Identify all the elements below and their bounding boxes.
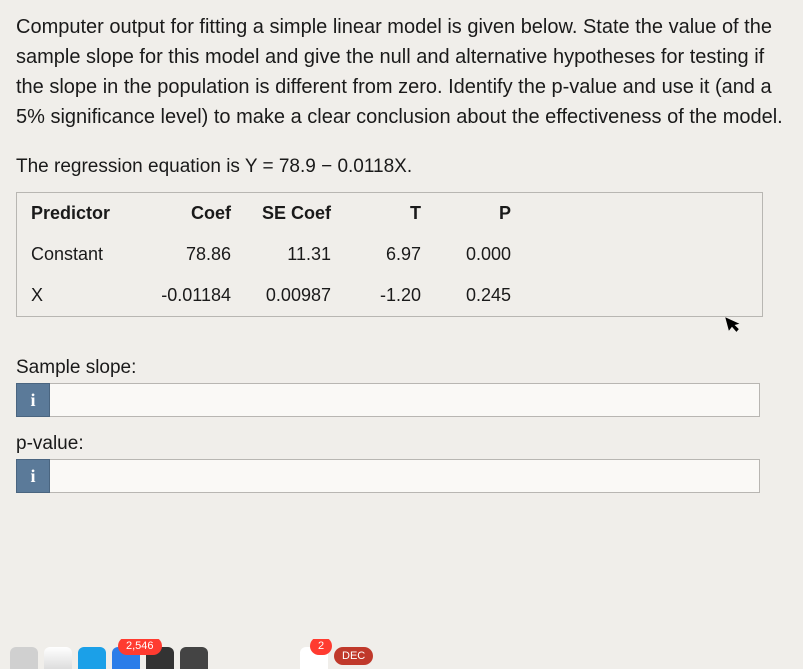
answer-section: Sample slope: i p-value: i bbox=[16, 357, 787, 493]
pvalue-row: i bbox=[16, 459, 787, 493]
col-coef: Coef bbox=[131, 203, 231, 224]
cell-predictor: Constant bbox=[31, 244, 131, 265]
dock-app-icon[interactable]: 2,546 bbox=[112, 647, 140, 669]
regression-equation: The regression equation is Y = 78.9 − 0.… bbox=[16, 156, 787, 178]
dock-app-icon[interactable] bbox=[44, 647, 72, 669]
pvalue-label: p-value: bbox=[16, 433, 787, 455]
cell-p: 0.000 bbox=[421, 244, 511, 265]
cell-p: 0.245 bbox=[421, 285, 511, 306]
cell-se: 0.00987 bbox=[231, 285, 331, 306]
sample-slope-row: i bbox=[16, 383, 787, 417]
col-p: P bbox=[421, 203, 511, 224]
question-text: Computer output for fitting a simple lin… bbox=[16, 12, 787, 132]
cell-coef: 78.86 bbox=[131, 244, 231, 265]
dock-app-icon[interactable] bbox=[10, 647, 38, 669]
info-icon[interactable]: i bbox=[16, 383, 50, 417]
info-icon[interactable]: i bbox=[16, 459, 50, 493]
col-predictor: Predictor bbox=[31, 203, 131, 224]
table-row: X -0.01184 0.00987 -1.20 0.245 bbox=[17, 275, 762, 316]
dock-app-icon[interactable] bbox=[180, 647, 208, 669]
cell-se: 11.31 bbox=[231, 244, 331, 265]
dec-badge: DEC bbox=[334, 647, 373, 665]
cell-coef: -0.01184 bbox=[131, 285, 231, 306]
regression-table: Predictor Coef SE Coef T P Constant 78.8… bbox=[16, 192, 763, 317]
dock-app-icon[interactable] bbox=[78, 647, 106, 669]
equation-value: 78.9 − 0.0118X. bbox=[279, 156, 412, 177]
notification-badge: 2,546 bbox=[118, 639, 162, 655]
cell-t: -1.20 bbox=[331, 285, 421, 306]
cell-t: 6.97 bbox=[331, 244, 421, 265]
cell-predictor: X bbox=[31, 285, 131, 306]
col-t: T bbox=[331, 203, 421, 224]
dock-app-icon[interactable]: 2 bbox=[300, 647, 328, 669]
notification-badge: 2 bbox=[310, 639, 332, 655]
equation-prefix: The regression equation is Y = bbox=[16, 156, 279, 177]
pvalue-input[interactable] bbox=[50, 459, 760, 493]
sample-slope-label: Sample slope: bbox=[16, 357, 787, 379]
table-row: Constant 78.86 11.31 6.97 0.000 bbox=[17, 234, 762, 275]
col-se: SE Coef bbox=[231, 203, 331, 224]
dock: 2,546 2 DEC bbox=[0, 639, 803, 669]
table-header-row: Predictor Coef SE Coef T P bbox=[17, 193, 762, 234]
sample-slope-input[interactable] bbox=[50, 383, 760, 417]
